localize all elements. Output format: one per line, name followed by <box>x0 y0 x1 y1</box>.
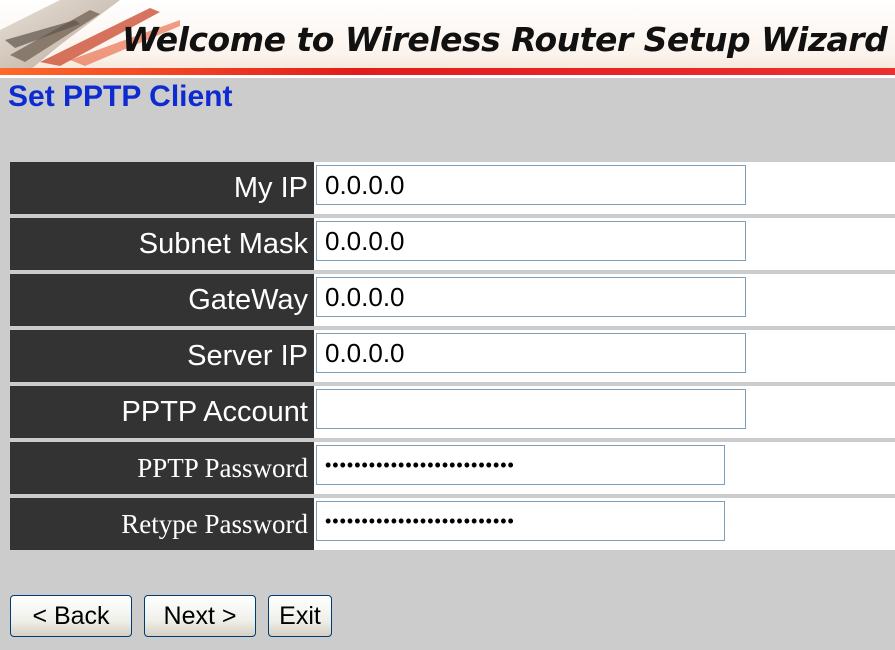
gateway-cell <box>314 274 895 326</box>
pptp-password-row: PPTP Password <box>10 442 895 494</box>
subnet-mask-cell <box>314 218 895 270</box>
pptp-password-input[interactable] <box>316 445 725 485</box>
pptp-form: My IP Subnet Mask GateWay Server IP PPTP… <box>10 162 895 554</box>
next-button[interactable]: Next > <box>144 595 256 637</box>
my-ip-cell <box>314 162 895 214</box>
pptp-account-row: PPTP Account <box>10 386 895 438</box>
wizard-banner: Welcome to Wireless Router Setup Wizard <box>0 0 895 78</box>
gateway-input[interactable] <box>316 277 746 317</box>
subnet-mask-label: Subnet Mask <box>10 218 314 270</box>
retype-password-cell <box>314 498 895 550</box>
banner-title: Welcome to Wireless Router Setup Wizard <box>122 20 888 59</box>
my-ip-row: My IP <box>10 162 895 214</box>
my-ip-label: My IP <box>10 162 314 214</box>
pptp-account-input[interactable] <box>316 389 746 429</box>
retype-password-label: Retype Password <box>10 498 314 550</box>
server-ip-input[interactable] <box>316 333 746 373</box>
pptp-password-cell <box>314 442 895 494</box>
subnet-mask-input[interactable] <box>316 221 746 261</box>
pptp-password-label: PPTP Password <box>10 442 314 494</box>
pptp-account-cell <box>314 386 895 438</box>
back-button[interactable]: < Back <box>10 595 132 637</box>
retype-password-row: Retype Password <box>10 498 895 550</box>
banner-accent-line <box>0 68 895 75</box>
exit-button[interactable]: Exit <box>268 595 332 637</box>
server-ip-label: Server IP <box>10 330 314 382</box>
server-ip-cell <box>314 330 895 382</box>
server-ip-row: Server IP <box>10 330 895 382</box>
subnet-mask-row: Subnet Mask <box>10 218 895 270</box>
page-title: Set PPTP Client <box>8 80 233 113</box>
banner-divider <box>0 75 895 78</box>
pptp-account-label: PPTP Account <box>10 386 314 438</box>
gateway-label: GateWay <box>10 274 314 326</box>
retype-password-input[interactable] <box>316 501 725 541</box>
my-ip-input[interactable] <box>316 165 746 205</box>
gateway-row: GateWay <box>10 274 895 326</box>
